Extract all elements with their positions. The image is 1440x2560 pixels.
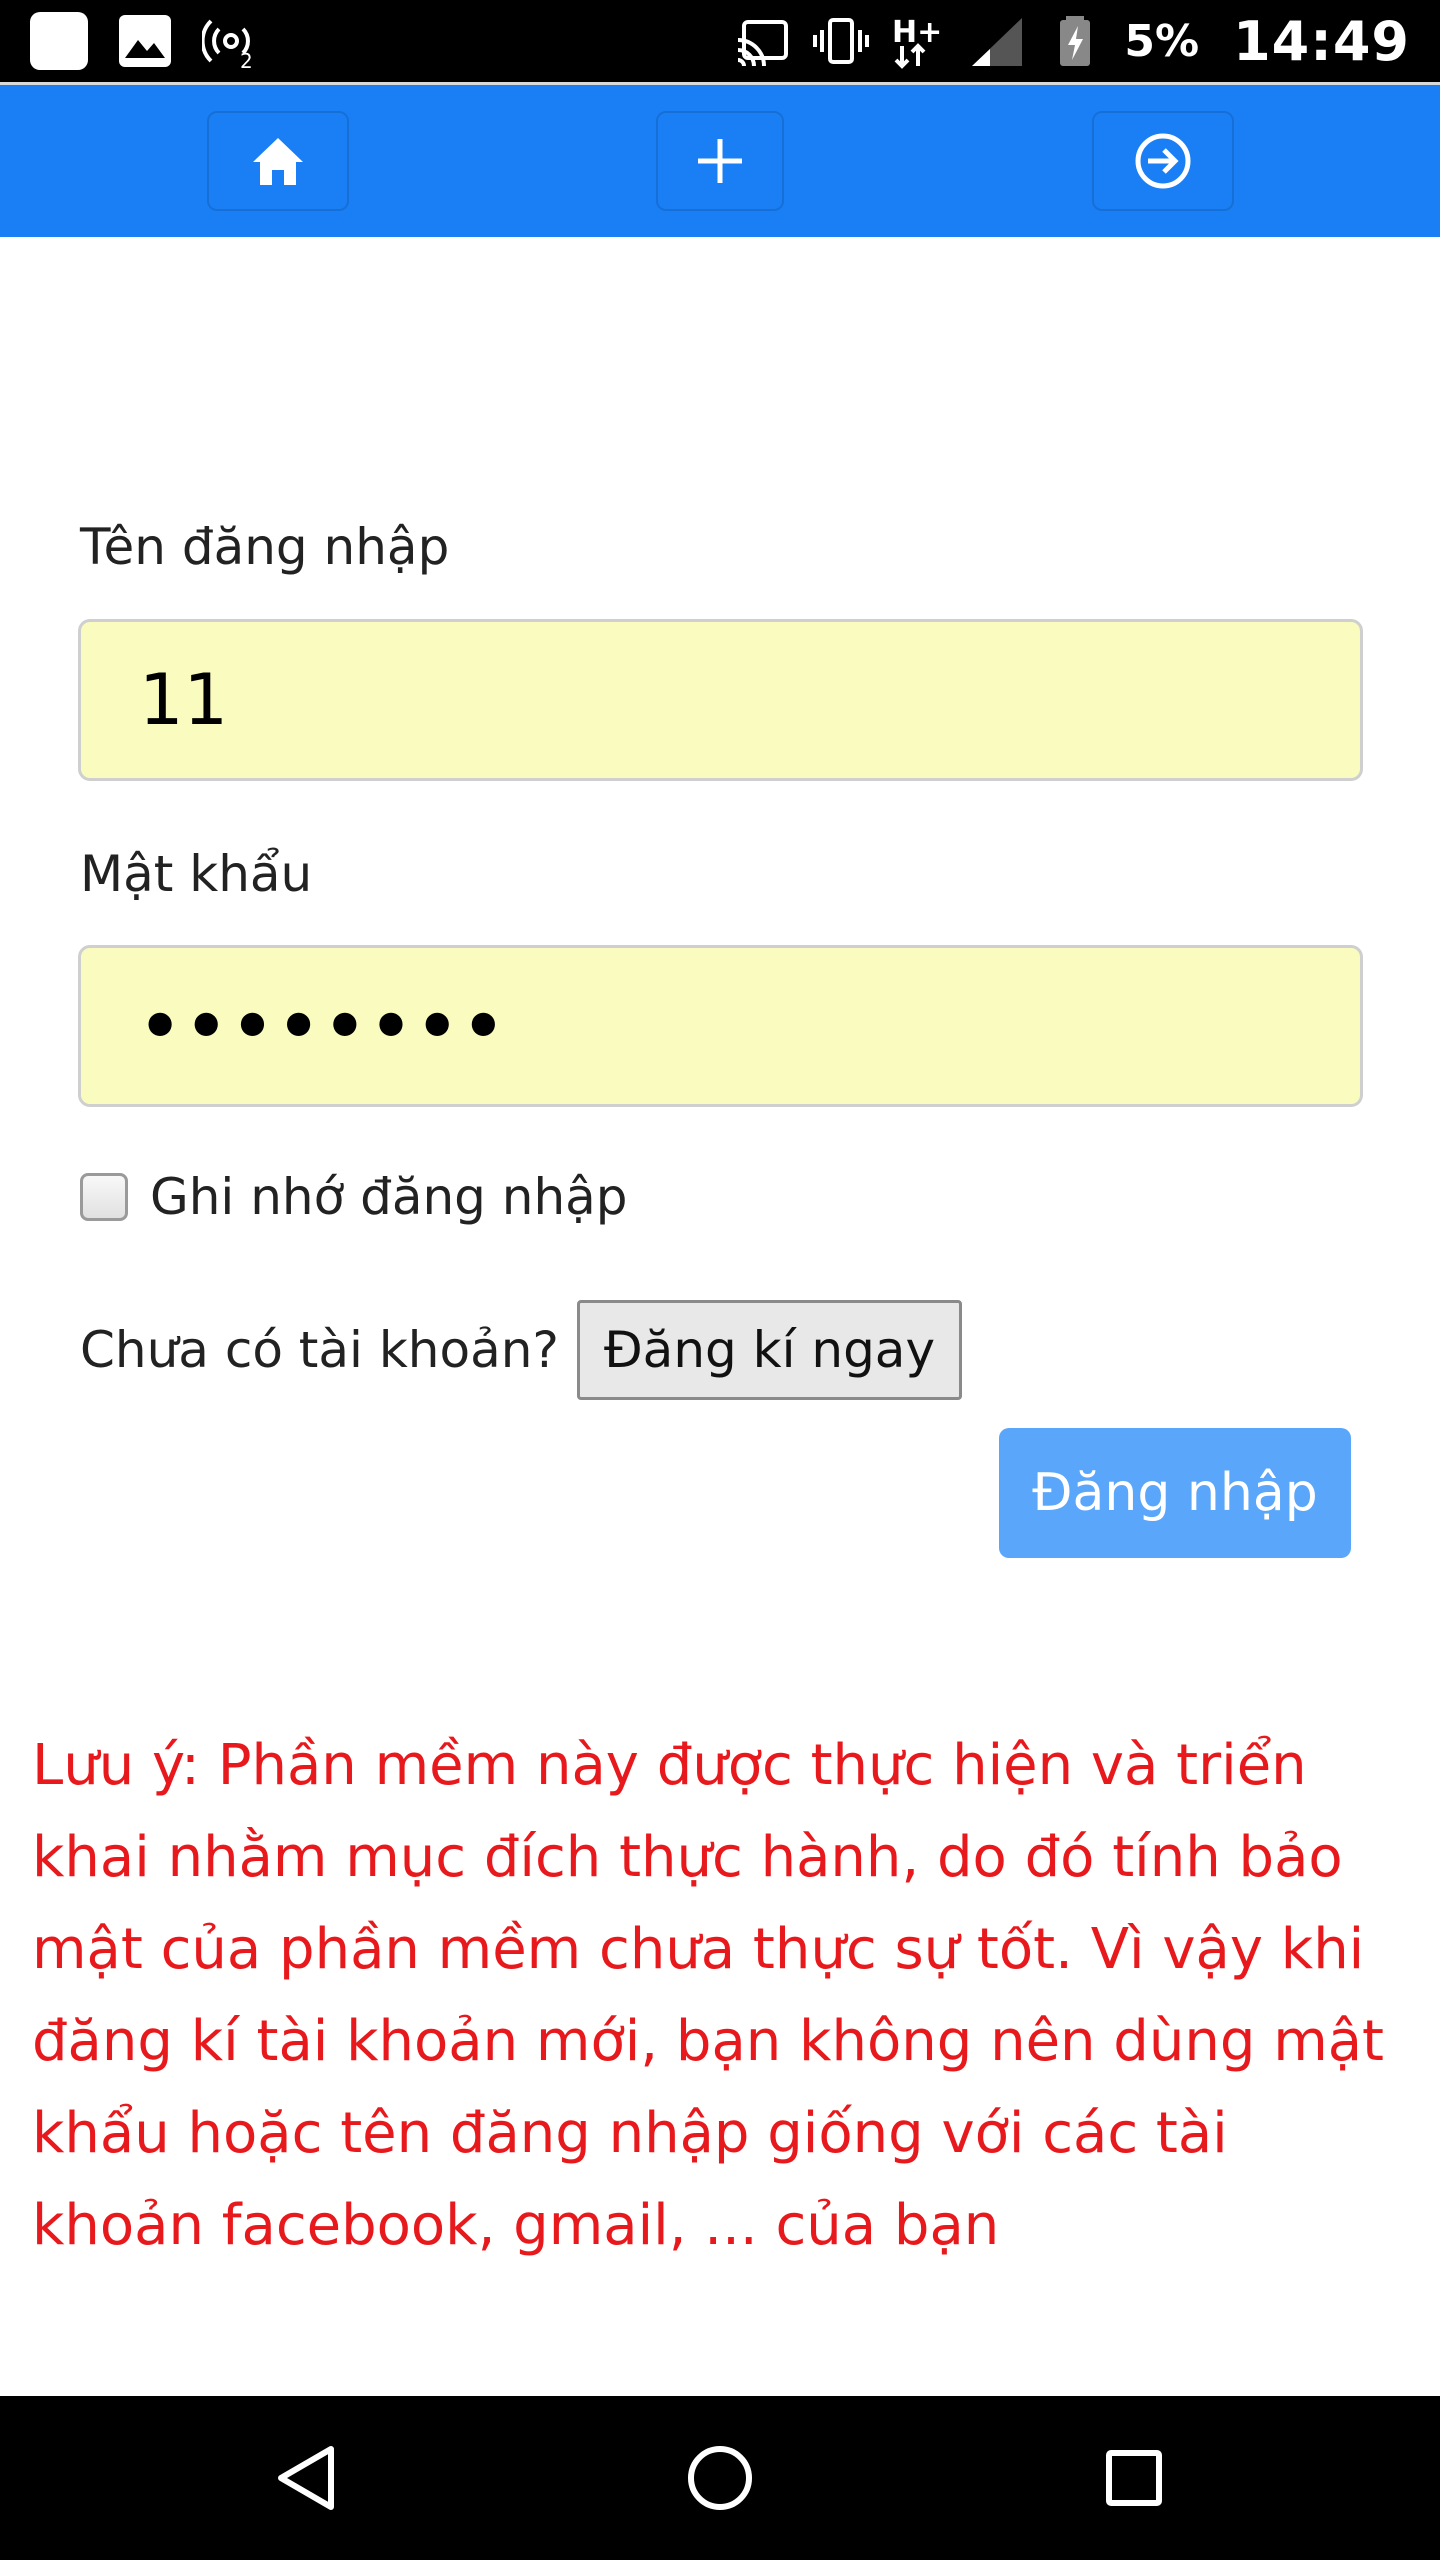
signal-icon (972, 18, 1023, 66)
register-button[interactable]: Đăng kí ngay (576, 1300, 963, 1400)
hotspot-icon: 2 (202, 19, 253, 70)
back-icon (278, 2446, 334, 2510)
remember-me-checkbox[interactable] (80, 1173, 128, 1221)
remember-me-label[interactable]: Ghi nhớ đăng nhập (150, 1168, 628, 1226)
app-notification-icon (30, 12, 88, 70)
register-row: Chưa có tài khoản? Đăng kí ngay (80, 1300, 963, 1400)
image-icon (119, 15, 171, 67)
security-notice: Lưu ý: Phần mềm này được thực hiện và tr… (32, 1733, 1385, 2258)
plus-icon (698, 139, 742, 183)
recent-apps-button[interactable] (1090, 2434, 1178, 2522)
nav-add-button[interactable] (656, 111, 784, 211)
password-input[interactable]: •••••••• (78, 945, 1363, 1107)
status-bar-left: 2 (30, 0, 260, 82)
svg-text:2: 2 (240, 49, 253, 70)
nav-login-button[interactable] (1092, 111, 1234, 211)
username-input[interactable]: 11 (78, 619, 1363, 781)
password-value: •••••••• (139, 987, 509, 1065)
password-label: Mật khẩu (80, 845, 313, 903)
vibrate-icon (813, 18, 870, 64)
username-value: 11 (139, 659, 229, 741)
system-navbar (0, 2396, 1440, 2560)
back-button[interactable] (264, 2434, 352, 2522)
login-button[interactable]: Đăng nhập (999, 1428, 1351, 1558)
no-account-text: Chưa có tài khoản? (80, 1321, 559, 1379)
top-navbar (0, 85, 1440, 237)
remember-me-row: Ghi nhớ đăng nhập (80, 1168, 628, 1226)
clock: 14:49 (1233, 9, 1410, 73)
home-circle-icon (688, 2446, 752, 2510)
cast-icon (738, 20, 789, 67)
home-button[interactable] (676, 2434, 764, 2522)
data-arrows-icon: H+ (892, 15, 943, 69)
battery-percent: 5% (1124, 15, 1200, 67)
status-bar-right: H+ 5% 14:49 (734, 0, 1410, 82)
login-icon (1135, 133, 1191, 189)
battery-icon (1060, 16, 1091, 66)
nav-home-button[interactable] (207, 111, 349, 211)
status-bar: 2 H+ 5% 14:49 (0, 0, 1440, 82)
recent-apps-icon (1106, 2450, 1162, 2506)
username-label: Tên đăng nhập (80, 518, 450, 576)
home-icon (253, 138, 303, 185)
